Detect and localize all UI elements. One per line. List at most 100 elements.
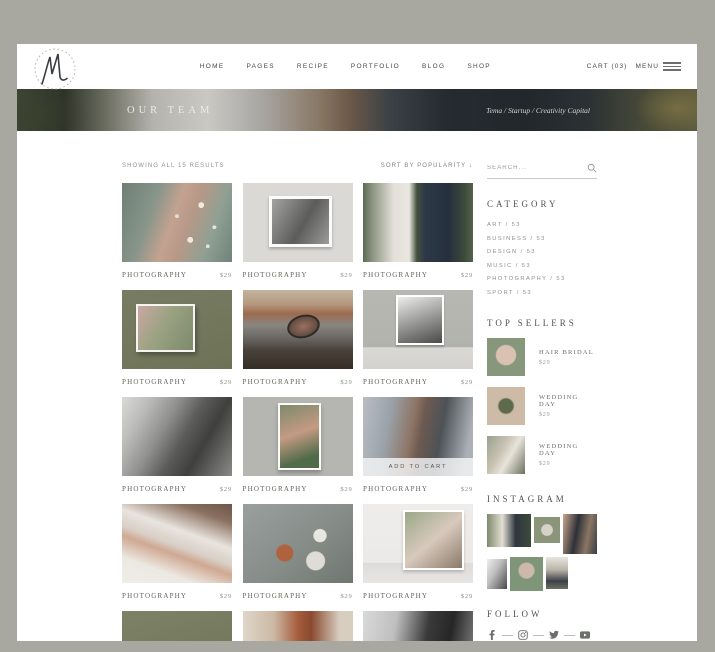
top-seller-thumbnail-bride-and-groom-portrait[interactable] — [487, 436, 525, 474]
product-card: PHOTOGRAPHY $29 — [122, 290, 232, 386]
hamburger-icon — [663, 62, 681, 71]
product-name[interactable]: PHOTOGRAPHY — [243, 378, 308, 386]
category-section: CATEGORY ART / 53BUSINESS / 53DESIGN / 5… — [487, 199, 597, 300]
product-label-row: PHOTOGRAPHY $29 — [122, 378, 232, 386]
product-card: PHOTOGRAPHY $29 — [363, 611, 473, 641]
nav-item-portfolio[interactable]: PORTFOLIO — [351, 63, 400, 70]
product-image-couple-on-rocky-cliff[interactable] — [243, 504, 353, 583]
instagram-photo-couple-legs-outdoors[interactable] — [487, 514, 531, 547]
category-item-art[interactable]: ART / 53 — [487, 219, 597, 233]
product-card: PHOTOGRAPHY $29 — [363, 290, 473, 386]
add-to-cart-button[interactable]: ADD TO CART — [363, 458, 473, 476]
instagram-grid — [487, 514, 597, 591]
category-item-business[interactable]: BUSINESS / 53 — [487, 233, 597, 247]
page-title: OUR TEAM — [127, 105, 213, 116]
magnifier-icon[interactable] — [587, 163, 597, 173]
product-label-row: PHOTOGRAPHY $29 — [363, 378, 473, 386]
product-name[interactable]: PHOTOGRAPHY — [363, 378, 428, 386]
facebook-icon[interactable] — [487, 630, 497, 640]
top-seller-item[interactable]: WEDDING DAY $29 — [487, 387, 597, 425]
product-name[interactable]: PHOTOGRAPHY — [122, 592, 187, 600]
nav-item-home[interactable]: HOME — [200, 63, 225, 70]
product-price: $29 — [461, 272, 473, 279]
instagram-photo-bridal-hair-flowers[interactable] — [510, 557, 543, 591]
menu-button[interactable]: MENU — [635, 62, 681, 71]
top-seller-thumbnail-bridal-hair-with-flowers[interactable] — [487, 338, 525, 376]
nav-item-shop[interactable]: SHOP — [467, 63, 491, 70]
main-nav: HOME PAGES RECIPE PORTFOLIO BLOG SHOP — [200, 63, 491, 70]
product-name[interactable]: PHOTOGRAPHY — [243, 271, 308, 279]
cart-link[interactable]: CART (03) — [587, 63, 628, 70]
top-sellers-title: TOP SELLERS — [487, 318, 597, 328]
product-name[interactable]: PHOTOGRAPHY — [243, 592, 308, 600]
nav-item-blog[interactable]: BLOG — [422, 63, 445, 70]
search-input[interactable] — [487, 165, 587, 171]
product-image-hanging-bw-dancing-bride-print[interactable] — [363, 290, 473, 369]
product-name[interactable]: PHOTOGRAPHY — [122, 485, 187, 493]
product-name[interactable]: PHOTOGRAPHY — [243, 485, 308, 493]
instagram-photo-rings-on-greenery[interactable] — [534, 517, 560, 543]
product-image-motorcycle-mirror-desert-road[interactable] — [243, 290, 353, 369]
product-price: $29 — [340, 486, 352, 493]
product-image-bride-and-groom-holding-hands[interactable] — [363, 183, 473, 262]
category-item-photography[interactable]: PHOTOGRAPHY / 53 — [487, 273, 597, 287]
product-name[interactable]: PHOTOGRAPHY — [122, 378, 187, 386]
product-image-red-haired-couple[interactable] — [243, 611, 353, 641]
instagram-photo-bw-bride[interactable] — [487, 559, 507, 589]
product-image-framed-portrait-with-fern[interactable] — [243, 397, 353, 476]
sort-dropdown[interactable]: SORT BY POPULARITY ↓ — [381, 163, 473, 169]
nav-item-pages[interactable]: PAGES — [246, 63, 274, 70]
product-card: PHOTOGRAPHY $29 — [243, 397, 353, 493]
product-name[interactable]: PHOTOGRAPHY — [363, 485, 428, 493]
instagram-title: INSTAGRAM — [487, 494, 597, 504]
product-card: PHOTOGRAPHY $29 — [122, 504, 232, 600]
twitter-icon[interactable] — [549, 630, 559, 640]
logo-monogram-icon — [33, 47, 77, 91]
main-content: SHOWING ALL 15 RESULTS SORT BY POPULARIT… — [17, 131, 697, 641]
instagram-photo-bridesmaids[interactable] — [563, 514, 597, 554]
product-card: PHOTOGRAPHY $29 — [243, 504, 353, 600]
youtube-icon[interactable] — [580, 630, 590, 640]
instagram-photo-couple-with-bouquet[interactable] — [546, 557, 568, 589]
product-image-framed-bouquet-print-on-shelf[interactable] — [363, 504, 473, 583]
product-price: $29 — [461, 593, 473, 600]
product-image-bride-with-babys-breath-flowers[interactable] — [122, 183, 232, 262]
instagram-icon[interactable] — [518, 630, 528, 640]
product-image-framed-print-on-green-wall[interactable] — [122, 611, 232, 641]
top-seller-meta: WEDDING DAY $29 — [539, 394, 597, 418]
product-card: PHOTOGRAPHY $29 — [363, 183, 473, 279]
product-image-bw-kissing-couple[interactable] — [363, 611, 473, 641]
product-image-couple-under-veil[interactable]: ADD TO CART — [363, 397, 473, 476]
product-name[interactable]: PHOTOGRAPHY — [122, 271, 187, 279]
product-label-row: PHOTOGRAPHY $29 — [122, 592, 232, 600]
site-header: HOME PAGES RECIPE PORTFOLIO BLOG SHOP CART (0… — [17, 44, 697, 89]
product-image-framed-bw-couple-print[interactable] — [243, 183, 353, 262]
instagram-section: INSTAGRAM — [487, 494, 597, 591]
product-image-bride-in-tulle-dress[interactable] — [122, 504, 232, 583]
product-image-bw-embracing-couple[interactable] — [122, 397, 232, 476]
logo[interactable] — [33, 47, 77, 91]
category-item-design[interactable]: DESIGN / 53 — [487, 246, 597, 260]
top-seller-thumbnail-hands-holding-rings[interactable] — [487, 387, 525, 425]
category-list: ART / 53BUSINESS / 53DESIGN / 53MUSIC / … — [487, 219, 597, 300]
product-name[interactable]: PHOTOGRAPHY — [363, 271, 428, 279]
product-label-row: PHOTOGRAPHY $29 — [243, 378, 353, 386]
sidebar: CATEGORY ART / 53BUSINESS / 53DESIGN / 5… — [487, 163, 597, 641]
search-box — [487, 163, 597, 179]
product-label-row: PHOTOGRAPHY $29 — [122, 485, 232, 493]
top-seller-item[interactable]: WEDDING DAY $29 — [487, 436, 597, 474]
nav-item-recipe[interactable]: RECIPE — [297, 63, 329, 70]
product-card: PHOTOGRAPHY $29 — [122, 183, 232, 279]
instagram-row — [487, 514, 597, 554]
product-name[interactable]: PHOTOGRAPHY — [363, 592, 428, 600]
category-item-music[interactable]: MUSIC / 53 — [487, 260, 597, 274]
follow-section: FOLLOW — [487, 609, 597, 640]
top-seller-meta: WEDDING DAY $29 — [539, 443, 597, 467]
category-title: CATEGORY — [487, 199, 597, 209]
top-seller-item[interactable]: HAIR BRIDAL $29 — [487, 338, 597, 376]
product-image-framed-print-on-olive-wall[interactable] — [122, 290, 232, 369]
breadcrumb[interactable]: Tema / Startup / Creativity Capital — [486, 106, 590, 115]
top-seller-meta: HAIR BRIDAL $29 — [539, 349, 594, 366]
product-label-row: PHOTOGRAPHY $29 — [243, 271, 353, 279]
category-item-sport[interactable]: SPORT / 53 — [487, 287, 597, 301]
